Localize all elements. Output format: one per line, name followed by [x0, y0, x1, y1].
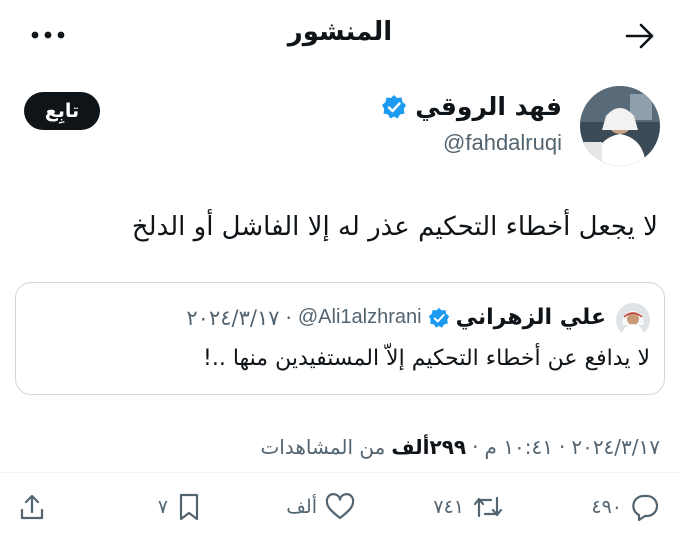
more-dots-icon [31, 31, 65, 39]
like-count: ألف [286, 496, 317, 518]
quoted-post-text: لا يدافع عن أخطاء التحكيم إلاّ المستفيدي… [203, 346, 650, 371]
reply-count: ٤٩٠ [591, 496, 622, 518]
separator-dot: · [558, 435, 566, 459]
views-label: من المشاهدات [260, 435, 386, 459]
share-icon [20, 494, 44, 520]
post-text: لا يجعل أخطاء التحكيم عذر له إلا الفاشل … [131, 212, 658, 242]
post-date: ٢٠٢٤/٣/١٧ [571, 435, 660, 459]
reply-button[interactable]: ٤٩٠ [591, 490, 660, 524]
author-handle[interactable]: @fahdalruqi [443, 130, 562, 156]
post-time: ١٠:٤١ م [484, 435, 553, 459]
divider [0, 472, 680, 473]
author-name[interactable]: فهد الروقي [415, 92, 562, 121]
quoted-author-name[interactable]: علي الزهراني [456, 305, 606, 330]
avatar-photo [580, 86, 660, 166]
quoted-post-header: علي الزهراني @Ali1alzhrani · ٢٠٢٤/٣/١٧ [186, 305, 606, 330]
share-button[interactable] [18, 490, 46, 524]
page-title: المنشور [287, 17, 393, 47]
quoted-avatar-photo [616, 303, 650, 337]
heart-icon [325, 493, 355, 520]
bookmark-button[interactable]: ٧ [158, 490, 202, 524]
top-bar: المنشور [0, 0, 680, 70]
reply-icon [632, 494, 659, 522]
separator-dot: · [472, 435, 479, 459]
author-avatar[interactable] [580, 86, 660, 166]
quoted-post-card[interactable]: علي الزهراني @Ali1alzhrani · ٢٠٢٤/٣/١٧ ل… [15, 282, 665, 395]
separator-dot: · [285, 305, 292, 330]
quoted-author-avatar[interactable] [616, 303, 650, 337]
repost-count: ٧٤١ [433, 496, 464, 518]
quoted-author-handle[interactable]: @Ali1alzhrani [298, 306, 422, 329]
quoted-post-date: ٢٠٢٤/٣/١٧ [186, 305, 280, 330]
repost-button[interactable]: ٧٤١ [433, 490, 504, 524]
follow-button[interactable]: تابِع [24, 92, 100, 130]
more-options-button[interactable] [28, 20, 68, 50]
repost-icon [473, 496, 503, 518]
bookmark-count: ٧ [157, 496, 168, 518]
views-count[interactable]: ٢٩٩ألف [391, 435, 466, 459]
verified-badge-icon [428, 307, 449, 328]
post-meta: ٢٠٢٤/٣/١٧ · ١٠:٤١ م · ٢٩٩ألف من المشاهدا… [260, 435, 660, 459]
author-name-row: فهد الروقي [381, 92, 562, 121]
bookmark-icon [179, 493, 199, 521]
verified-badge-icon [382, 94, 407, 118]
like-button[interactable]: ألف [286, 490, 355, 524]
